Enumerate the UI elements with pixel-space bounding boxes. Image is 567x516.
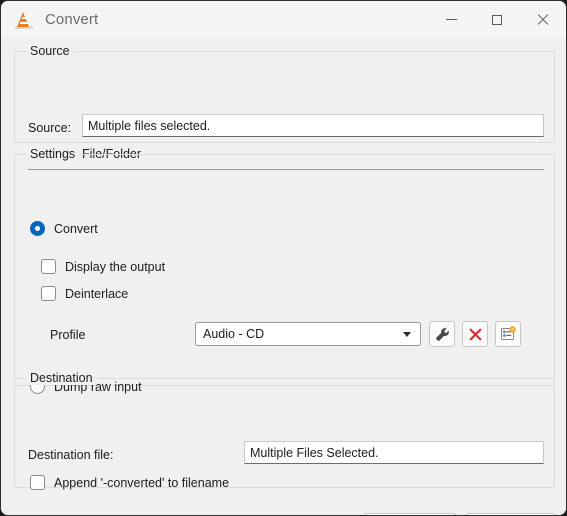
- wrench-icon: [435, 327, 449, 341]
- destination-group-title: Destination: [26, 371, 97, 385]
- profile-combobox[interactable]: Audio - CD: [195, 322, 421, 346]
- convert-radio-row[interactable]: Convert: [30, 221, 98, 236]
- title-bar: Convert: [1, 1, 566, 38]
- append-converted-row[interactable]: Append '-converted' to filename: [30, 475, 229, 490]
- close-icon: [537, 14, 549, 26]
- convert-radio-button[interactable]: [30, 221, 45, 236]
- source-group-title: Source: [26, 44, 74, 58]
- destination-file-label: Destination file:: [28, 448, 114, 462]
- dialog-body: Source Source: Multiple files selected. …: [1, 38, 566, 515]
- settings-group-title: Settings: [26, 147, 80, 161]
- minimize-icon: [445, 19, 457, 20]
- display-output-row[interactable]: Display the output: [41, 259, 165, 274]
- source-label: Source:: [28, 121, 72, 135]
- convert-radio-label: Convert: [54, 221, 98, 236]
- new-profile-button[interactable]: [495, 321, 521, 347]
- maximize-button[interactable]: [474, 1, 520, 38]
- vlc-cone-icon: [14, 10, 34, 30]
- display-output-label: Display the output: [65, 259, 166, 274]
- destination-group: Destination: [14, 371, 555, 488]
- append-converted-label: Append '-converted' to filename: [54, 475, 230, 490]
- delete-profile-button[interactable]: [462, 321, 488, 347]
- display-output-checkbox[interactable]: [41, 259, 56, 274]
- convert-dialog-window: Convert Source Source: Multiple files se…: [0, 0, 567, 516]
- window-controls: [428, 1, 566, 38]
- new-profile-icon: [501, 326, 516, 340]
- profile-label: Profile: [50, 328, 86, 342]
- maximize-icon: [492, 14, 502, 25]
- destination-file-field[interactable]: Multiple Files Selected.: [244, 441, 544, 464]
- close-button[interactable]: [520, 1, 566, 38]
- edit-profile-button[interactable]: [429, 321, 455, 347]
- source-value-field[interactable]: Multiple files selected.: [82, 114, 544, 137]
- window-title: Convert: [45, 11, 99, 28]
- chevron-down-icon: [403, 332, 411, 337]
- deinterlace-row[interactable]: Deinterlace: [41, 286, 128, 301]
- minimize-button[interactable]: [428, 1, 474, 38]
- red-x-icon: [468, 327, 482, 341]
- append-converted-checkbox[interactable]: [30, 475, 45, 490]
- deinterlace-label: Deinterlace: [65, 286, 129, 301]
- profile-selected-value: Audio - CD: [203, 327, 265, 341]
- deinterlace-checkbox[interactable]: [41, 286, 56, 301]
